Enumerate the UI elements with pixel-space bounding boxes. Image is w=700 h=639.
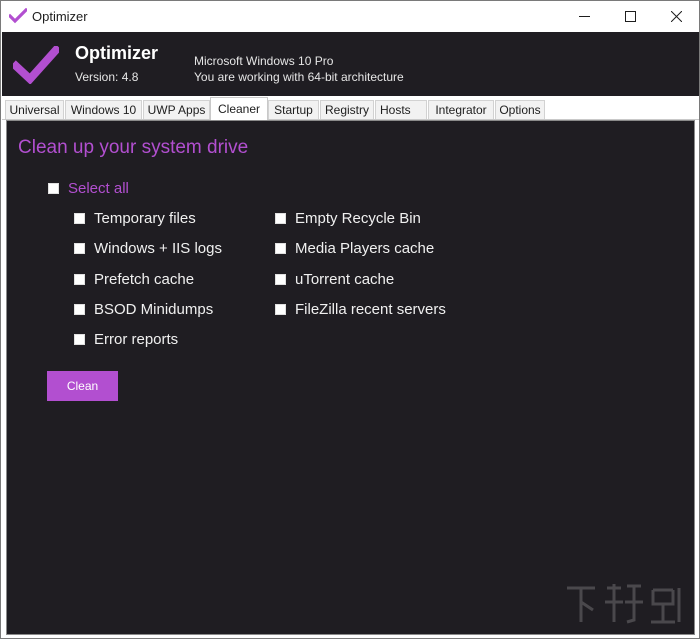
checkbox-label: Empty Recycle Bin — [295, 210, 421, 227]
checkbox-label: Prefetch cache — [94, 271, 195, 288]
temporary-files-checkbox[interactable]: Temporary files — [74, 210, 196, 227]
checkbox-box[interactable] — [74, 334, 85, 345]
bsod-minidumps-checkbox[interactable]: BSOD Minidumps — [74, 301, 213, 318]
app-version: Version: 4.8 — [75, 70, 139, 84]
filezilla-recent-servers-checkbox[interactable]: FileZilla recent servers — [275, 301, 446, 318]
checkmark-icon — [9, 8, 27, 24]
app-header: Optimizer Version: 4.8 Microsoft Windows… — [2, 32, 699, 96]
checkbox-box[interactable] — [275, 274, 286, 285]
checkbox-label: Windows + IIS logs — [94, 240, 222, 257]
checkbox-label: uTorrent cache — [295, 271, 395, 288]
checkbox-label: Media Players cache — [295, 240, 435, 257]
checkbox-label: Error reports — [94, 331, 179, 348]
minimize-icon — [578, 15, 590, 17]
maximize-icon — [624, 10, 636, 22]
close-icon — [670, 10, 682, 22]
checkbox-label: BSOD Minidumps — [94, 301, 214, 318]
tab-uwp-apps[interactable]: UWP Apps — [143, 100, 210, 119]
utorrent-cache-checkbox[interactable]: uTorrent cache — [275, 271, 394, 288]
checkbox-label: FileZilla recent servers — [295, 301, 446, 318]
checkmark-icon — [13, 46, 59, 84]
tab-startup[interactable]: Startup — [268, 100, 319, 119]
maximize-button[interactable] — [607, 1, 653, 31]
tab-windows-10[interactable]: Windows 10 — [65, 100, 142, 119]
checkbox-label: Temporary files — [94, 210, 196, 227]
empty-recycle-bin-checkbox[interactable]: Empty Recycle Bin — [275, 210, 421, 227]
minimize-button[interactable] — [561, 1, 607, 31]
architecture-info: You are working with 64-bit architecture — [194, 70, 404, 84]
tab-registry[interactable]: Registry — [320, 100, 374, 119]
checkbox-box[interactable] — [48, 183, 59, 194]
title-bar[interactable]: Optimizer — [1, 1, 699, 32]
tab-universal[interactable]: Universal — [5, 100, 64, 119]
close-button[interactable] — [653, 1, 699, 31]
tab-strip: Universal Windows 10 UWP Apps Cleaner St… — [2, 96, 699, 120]
clean-button[interactable]: Clean — [47, 371, 118, 401]
checkbox-box[interactable] — [74, 304, 85, 315]
watermark-logo — [567, 584, 681, 624]
tab-options[interactable]: Options — [495, 100, 545, 119]
error-reports-checkbox[interactable]: Error reports — [74, 331, 178, 348]
checkbox-box[interactable] — [275, 243, 286, 254]
checkbox-box[interactable] — [275, 213, 286, 224]
checkbox-box[interactable] — [275, 304, 286, 315]
checkbox-box[interactable] — [74, 213, 85, 224]
media-players-cache-checkbox[interactable]: Media Players cache — [275, 240, 434, 257]
os-info: Microsoft Windows 10 Pro — [194, 54, 334, 68]
cleaner-panel: Clean up your system drive Select all Te… — [6, 120, 695, 635]
select-all-label: Select all — [68, 180, 129, 197]
tab-integrator[interactable]: Integrator — [428, 100, 494, 119]
page-title: Clean up your system drive — [18, 137, 249, 158]
app-window: Optimizer Optimizer Version: 4.8 Microso… — [0, 0, 700, 639]
prefetch-cache-checkbox[interactable]: Prefetch cache — [74, 271, 194, 288]
windows-iis-logs-checkbox[interactable]: Windows + IIS logs — [74, 240, 222, 257]
app-name: Optimizer — [75, 43, 159, 63]
checkbox-box[interactable] — [74, 243, 85, 254]
select-all-checkbox[interactable]: Select all — [48, 180, 129, 197]
tab-hosts[interactable]: Hosts — [375, 100, 427, 119]
checkbox-box[interactable] — [74, 274, 85, 285]
tab-cleaner[interactable]: Cleaner — [210, 97, 268, 120]
window-title: Optimizer — [32, 9, 88, 24]
